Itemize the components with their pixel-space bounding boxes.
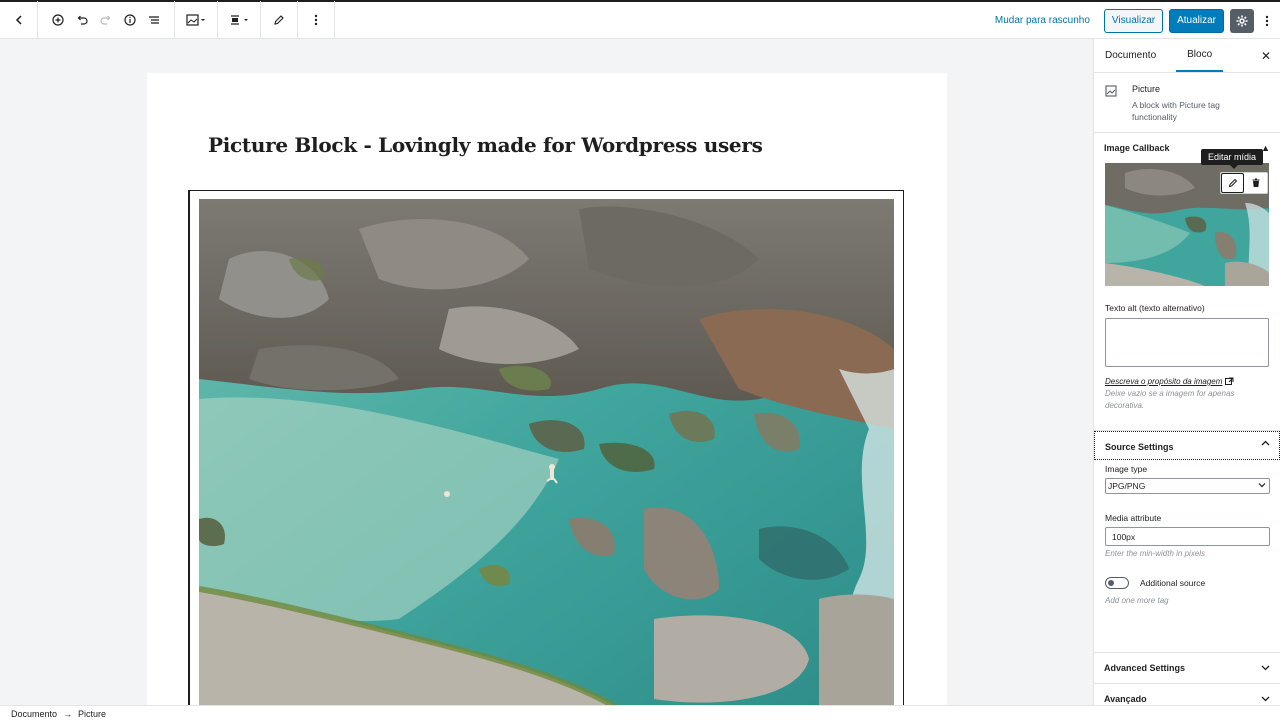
settings-gear-icon[interactable] bbox=[1230, 8, 1254, 33]
more-menu-icon[interactable] bbox=[1260, 9, 1274, 33]
block-description: A block with Picture tag functionality bbox=[1132, 100, 1220, 122]
additional-source-toggle[interactable] bbox=[1105, 577, 1129, 589]
picture-icon bbox=[1105, 84, 1121, 121]
image-block-icon[interactable] bbox=[181, 8, 211, 32]
source-settings-title[interactable]: Source Settings bbox=[1105, 442, 1269, 452]
media-attribute-help: Enter the min-width in pixels bbox=[1105, 549, 1206, 558]
trash-icon[interactable] bbox=[1244, 173, 1267, 193]
picture-image[interactable] bbox=[199, 199, 894, 705]
chevron-down-icon bbox=[1258, 481, 1266, 491]
switch-to-draft-button[interactable]: Mudar para rascunho bbox=[987, 15, 1098, 26]
block-breadcrumb: Documento → Picture bbox=[0, 705, 1280, 721]
image-type-value: JPG/PNG bbox=[1108, 481, 1146, 491]
more-options-icon[interactable] bbox=[304, 8, 328, 32]
undo-icon[interactable] bbox=[70, 8, 94, 32]
edit-media-tooltip: Editar mídia bbox=[1201, 149, 1264, 169]
advanced-settings-title[interactable]: Advanced Settings bbox=[1104, 663, 1270, 673]
close-icon[interactable]: ✕ bbox=[1261, 49, 1271, 63]
preview-button[interactable]: Visualizar bbox=[1103, 8, 1164, 33]
alt-text-label: Texto alt (texto alternativo) bbox=[1105, 303, 1205, 313]
advanced-panel[interactable]: Avançado bbox=[1094, 684, 1280, 705]
source-settings-panel: Source Settings Image type JPG/PNG Media… bbox=[1094, 431, 1280, 653]
alt-text-link[interactable]: Descreva o propósito da imagem bbox=[1105, 376, 1222, 388]
update-button[interactable]: Atualizar bbox=[1169, 8, 1224, 33]
media-attribute-input[interactable]: 100px bbox=[1105, 527, 1270, 546]
align-icon[interactable] bbox=[224, 8, 254, 32]
image-type-select[interactable]: JPG/PNG bbox=[1105, 478, 1270, 494]
advanced-settings-panel[interactable]: Advanced Settings bbox=[1094, 653, 1280, 684]
additional-source-label: Additional source bbox=[1140, 578, 1206, 588]
source-settings-header[interactable]: Source Settings bbox=[1094, 431, 1280, 460]
picture-block[interactable] bbox=[188, 190, 904, 705]
breadcrumb-arrow-icon: → bbox=[63, 708, 73, 719]
block-card: Picture A block with Picture tag functio… bbox=[1094, 73, 1280, 133]
settings-sidebar: Documento Bloco ✕ Picture A block with P… bbox=[1093, 39, 1280, 705]
back-icon[interactable] bbox=[7, 8, 31, 32]
tab-block[interactable]: Bloco bbox=[1176, 39, 1224, 72]
list-view-icon[interactable] bbox=[142, 8, 166, 32]
media-attribute-label: Media attribute bbox=[1105, 513, 1162, 523]
editor-area: Picture Block - Lovingly made for Wordpr… bbox=[0, 39, 1093, 705]
tab-document[interactable]: Documento bbox=[1105, 39, 1156, 72]
edit-media-icon[interactable] bbox=[1221, 173, 1245, 193]
edit-pencil-icon[interactable] bbox=[267, 8, 291, 32]
redo-icon[interactable] bbox=[94, 8, 118, 32]
sidebar-tabs: Documento Bloco ✕ bbox=[1094, 39, 1280, 73]
breadcrumb-picture[interactable]: Picture bbox=[78, 709, 106, 719]
chevron-down-icon[interactable] bbox=[1261, 694, 1270, 705]
add-block-icon[interactable] bbox=[46, 8, 70, 32]
alt-text-field[interactable] bbox=[1105, 318, 1269, 367]
chevron-up-icon[interactable] bbox=[1261, 439, 1270, 450]
post-title[interactable]: Picture Block - Lovingly made for Wordpr… bbox=[208, 133, 763, 157]
top-toolbar: Mudar para rascunho Visualizar Atualizar bbox=[0, 0, 1280, 39]
image-type-label: Image type bbox=[1105, 464, 1148, 474]
chevron-down-icon[interactable] bbox=[1261, 663, 1270, 674]
info-icon[interactable] bbox=[118, 8, 142, 32]
editor-canvas: Picture Block - Lovingly made for Wordpr… bbox=[147, 73, 947, 705]
advanced-title[interactable]: Avançado bbox=[1104, 694, 1270, 704]
external-link-icon bbox=[1225, 377, 1234, 388]
alt-text-help: Deixe vazio se a imagem for apenas decor… bbox=[1105, 389, 1235, 410]
additional-source-help: Add one more tag bbox=[1105, 596, 1169, 605]
block-name: Picture bbox=[1132, 84, 1161, 94]
image-actions bbox=[1220, 172, 1268, 194]
breadcrumb-document[interactable]: Documento bbox=[11, 709, 57, 719]
